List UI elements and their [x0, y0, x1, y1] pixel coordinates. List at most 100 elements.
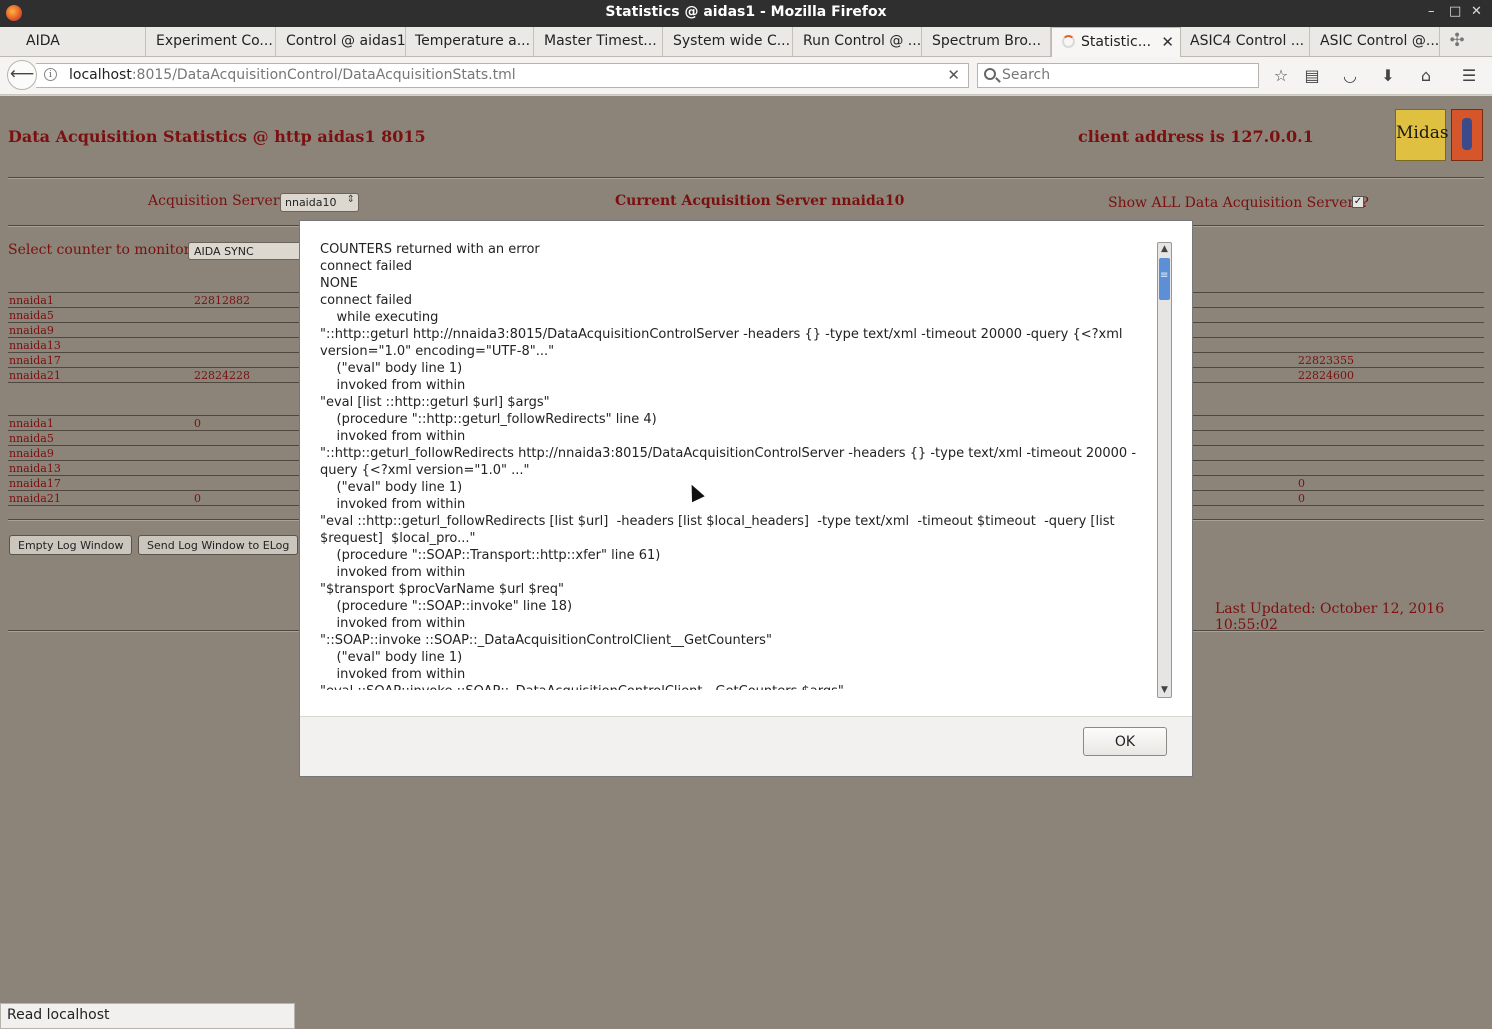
menu-icon[interactable]: ☰	[1459, 66, 1479, 86]
tab-run-control[interactable]: Run Control @ ...	[793, 27, 922, 56]
downloads-icon[interactable]: ⬇	[1378, 66, 1398, 86]
error-line: "::SOAP::invoke ::SOAP::_DataAcquisition…	[320, 633, 772, 648]
page-bottom	[295, 1003, 1492, 1029]
url-path: :8015/DataAcquisitionControl/DataAcquisi…	[131, 67, 516, 83]
tab-label: AIDA	[26, 33, 60, 49]
back-button[interactable]: ⟵	[7, 60, 37, 90]
pocket-icon[interactable]: ◡	[1340, 66, 1360, 86]
tab-control-aidas1[interactable]: Control @ aidas1	[276, 27, 406, 56]
site-info-icon[interactable]: i	[44, 68, 57, 81]
tab-system-wide[interactable]: System wide C...	[663, 27, 793, 56]
error-line: invoked from within	[320, 667, 466, 682]
server-name: nnaida21	[9, 369, 61, 382]
error-line: "::http::geturl http://nnaida3:8015/Data…	[320, 327, 1127, 359]
counter-value: 0	[194, 417, 201, 430]
server-name: nnaida17	[9, 354, 61, 367]
bookmarks-list-icon[interactable]: ▤	[1302, 66, 1322, 86]
counter-select[interactable]: AIDA SYNC	[188, 242, 300, 260]
error-line: invoked from within	[320, 616, 466, 631]
tab-label: Run Control @ ...	[803, 33, 922, 49]
select-counter-label: Select counter to monitor	[8, 242, 191, 258]
current-server-label: Current Acquisition Server nnaida10	[615, 193, 905, 209]
tab-statistics[interactable]: Statistic... ✕	[1051, 27, 1181, 57]
server-name: nnaida13	[9, 462, 61, 475]
tab-label: Control @ aidas1	[286, 33, 406, 49]
tab-master-timestamp[interactable]: Master Timest...	[534, 27, 663, 56]
server-name: nnaida5	[9, 432, 54, 445]
tab-strip: AIDA Experiment Co... Control @ aidas1 T…	[0, 27, 1492, 57]
error-line: invoked from within	[320, 429, 466, 444]
dialog-scrollbar[interactable]: ▲ ▼	[1157, 242, 1172, 698]
error-line: connect failed	[320, 293, 412, 308]
page-title: Data Acquisition Statistics @ http aidas…	[8, 127, 426, 146]
window-title: Statistics @ aidas1 - Mozilla Firefox	[605, 4, 887, 20]
counter-value: 22824228	[194, 369, 250, 382]
last-updated: Last Updated: October 12, 2016 10:55:02	[1215, 601, 1445, 633]
bookmark-star-icon[interactable]: ☆	[1271, 66, 1291, 86]
error-line: invoked from within	[320, 565, 466, 580]
acquisition-server-select[interactable]: nnaida10 ⇕	[280, 193, 359, 212]
server-name: nnaida21	[9, 492, 61, 505]
error-line: ("eval" body line 1)	[320, 361, 463, 376]
scroll-thumb[interactable]	[1159, 258, 1170, 300]
error-line: "$transport $procVarName $url $req"	[320, 582, 564, 597]
url-bar[interactable]: i localhost:8015/DataAcquisitionControl/…	[36, 63, 969, 88]
tab-experiment-control[interactable]: Experiment Co...	[146, 27, 276, 56]
new-tab-icon[interactable]: ✣	[1446, 30, 1468, 52]
error-line: (procedure "::SOAP::Transport::http::xfe…	[320, 548, 661, 563]
tab-temperature[interactable]: Temperature a...	[405, 27, 534, 56]
error-line: "eval ::http::geturl_followRedirects [li…	[320, 514, 1119, 546]
tab-spectrum-browser[interactable]: Spectrum Bro...	[922, 27, 1051, 56]
navigation-toolbar: i localhost:8015/DataAcquisitionControl/…	[0, 57, 1492, 95]
error-dialog: COUNTERS returned with an error connect f…	[299, 220, 1193, 777]
tab-aida[interactable]: AIDA	[0, 27, 146, 56]
scroll-up-icon[interactable]: ▲	[1158, 243, 1171, 256]
home-icon[interactable]: ⌂	[1416, 66, 1436, 86]
tab-label: Statistic...	[1081, 34, 1152, 50]
tab-label: Master Timest...	[544, 33, 657, 49]
counter-value: 22812882	[194, 294, 250, 307]
server-name: nnaida13	[9, 339, 61, 352]
status-bar: Read localhost	[0, 1003, 295, 1029]
server-name: nnaida1	[9, 417, 54, 430]
tab-asic4-control[interactable]: ASIC4 Control ...	[1180, 27, 1310, 56]
empty-log-button[interactable]: Empty Log Window	[9, 535, 133, 555]
close-tab-icon[interactable]: ✕	[1161, 33, 1174, 51]
error-line: COUNTERS returned with an error	[320, 242, 540, 257]
client-address: client address is 127.0.0.1	[1078, 127, 1314, 146]
counter-value: 22824600	[1298, 369, 1354, 382]
maximize-button[interactable]: □	[1449, 4, 1461, 19]
counter-value: 0	[194, 492, 201, 505]
error-line: "::http::geturl_followRedirects http://n…	[320, 446, 1137, 478]
close-window-button[interactable]: ✕	[1471, 4, 1482, 19]
tab-asic-control[interactable]: ASIC Control @...	[1310, 27, 1440, 56]
url-text[interactable]: localhost:8015/DataAcquisitionControl/Da…	[69, 67, 516, 83]
acquisition-server-value: nnaida10	[285, 196, 337, 209]
tab-label: Spectrum Bro...	[932, 33, 1042, 49]
counter-value: 0	[1298, 492, 1305, 505]
error-line: (procedure "::SOAP::invoke" line 18)	[320, 599, 573, 614]
error-line: NONE	[320, 276, 358, 291]
window-titlebar: Statistics @ aidas1 - Mozilla Firefox – …	[0, 0, 1492, 27]
error-line: invoked from within	[320, 497, 466, 512]
send-log-button[interactable]: Send Log Window to ELog	[138, 535, 299, 555]
url-host: localhost	[69, 67, 132, 83]
error-message: COUNTERS returned with an error connect f…	[320, 241, 1145, 690]
show-all-checkbox[interactable]: ✓	[1352, 196, 1364, 208]
counter-value: 0	[1298, 477, 1305, 490]
ok-button[interactable]: OK	[1083, 727, 1167, 756]
tab-label: ASIC Control @...	[1320, 33, 1440, 49]
stop-loading-icon[interactable]: ✕	[947, 66, 960, 84]
counter-value: 22823355	[1298, 354, 1354, 367]
divider	[8, 177, 1484, 179]
error-line: "eval ::SOAP::invoke ::SOAP::_DataAcquis…	[320, 683, 1145, 690]
server-name: nnaida5	[9, 309, 54, 322]
minimize-button[interactable]: –	[1428, 4, 1435, 19]
tab-label: Temperature a...	[415, 33, 531, 49]
search-icon	[984, 68, 996, 80]
search-input[interactable]: Search	[977, 63, 1259, 88]
scroll-down-icon[interactable]: ▼	[1158, 684, 1171, 697]
error-line: "eval [list ::http::geturl $url] $args"	[320, 395, 550, 410]
acquisition-servers-label: Acquisition Servers	[148, 193, 287, 209]
show-all-label: Show ALL Data Acquisition Servers?	[1108, 195, 1369, 211]
